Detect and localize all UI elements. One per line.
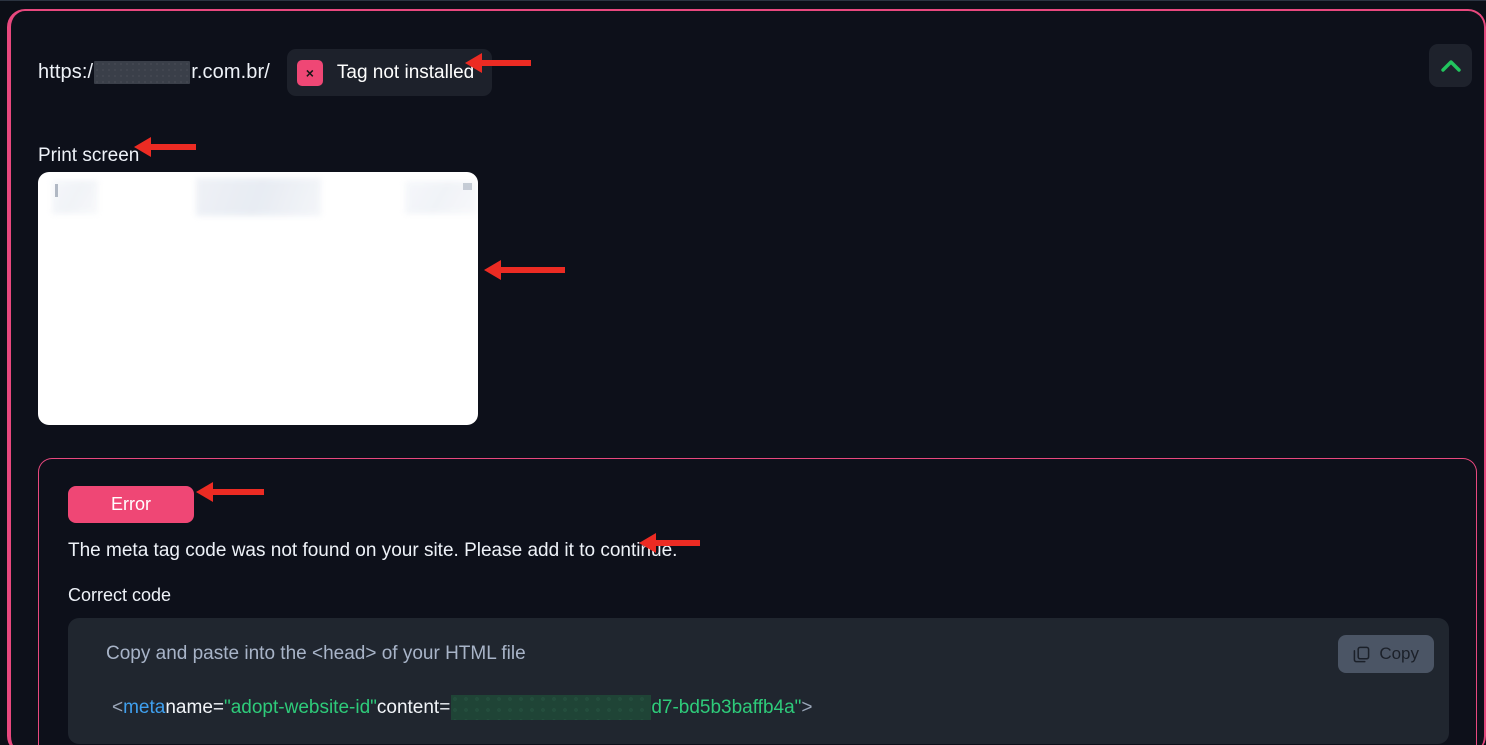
site-url: https:/ r.com.br/ xyxy=(38,61,270,84)
code-redacted-block xyxy=(451,695,652,720)
preview-menu-icon xyxy=(55,184,58,197)
status-badge: × Tag not installed xyxy=(286,49,493,96)
preview-screenshot[interactable] xyxy=(38,172,478,425)
copy-code-button[interactable]: Copy xyxy=(1338,635,1434,673)
preview-corner-icon xyxy=(463,183,472,190)
code-attr-name: name= xyxy=(165,696,224,718)
preview-blob-center xyxy=(196,178,321,216)
code-hint-text: Copy and paste into the <head> of your H… xyxy=(106,643,526,664)
print-screen-label: Print screen xyxy=(38,145,140,166)
site-url-suffix: r.com.br/ xyxy=(191,61,270,83)
copy-icon xyxy=(1353,646,1370,663)
error-message: The meta tag code was not found on your … xyxy=(68,540,678,561)
site-url-prefix: https:/ xyxy=(38,61,94,83)
chevron-up-icon xyxy=(1440,59,1461,72)
code-close-bracket: > xyxy=(801,696,813,718)
close-x-icon: × xyxy=(296,59,323,86)
code-content-attr: content= xyxy=(376,696,451,718)
preview-screenshot-header-band xyxy=(38,172,478,216)
preview-blob-left xyxy=(52,180,98,214)
site-url-redacted-block xyxy=(94,61,191,84)
code-content-tail: d7-bd5b3baffb4a" xyxy=(651,696,802,718)
code-block: Copy and paste into the <head> of your H… xyxy=(68,618,1449,744)
collapse-section-button[interactable] xyxy=(1429,44,1472,87)
tag-validator-card: https:/ r.com.br/ × Tag not installed Pri… xyxy=(7,9,1486,745)
header-row: https:/ r.com.br/ × Tag not installed xyxy=(38,49,493,96)
page-root: https:/ r.com.br/ × Tag not installed Pri… xyxy=(0,0,1486,745)
code-open-bracket: < xyxy=(112,696,124,718)
code-tag-name: meta xyxy=(123,696,166,718)
copy-button-label: Copy xyxy=(1379,644,1419,663)
error-status-badge: Error xyxy=(68,486,194,523)
code-attr-value: "adopt-website-id" xyxy=(223,696,377,718)
meta-tag-code: < meta name= "adopt-website-id" content= d7… xyxy=(112,695,813,720)
correct-code-heading: Correct code xyxy=(68,585,172,605)
error-panel: Error The meta tag code was not found on… xyxy=(38,458,1477,745)
status-badge-label: Tag not installed xyxy=(336,61,475,83)
